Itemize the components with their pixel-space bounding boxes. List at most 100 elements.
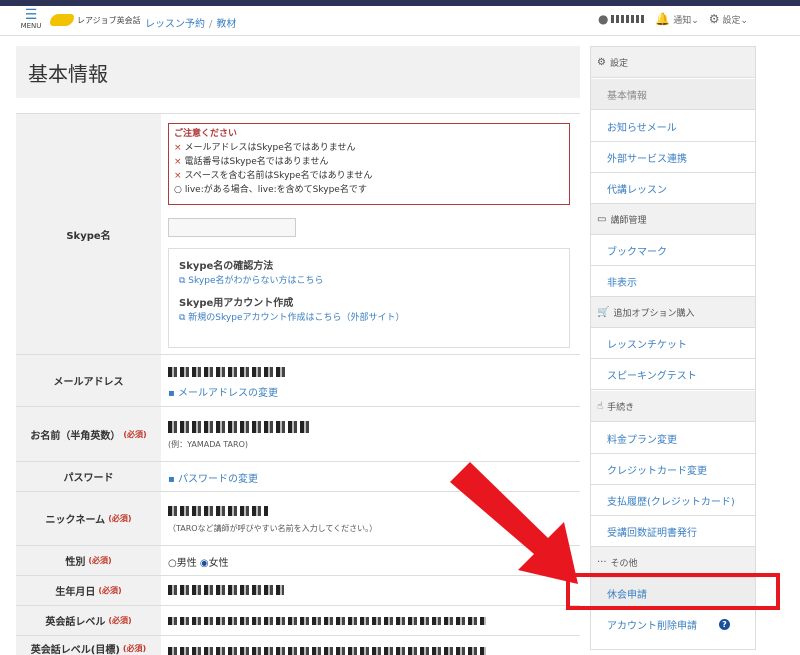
- link-text: パスワードの変更: [177, 474, 258, 485]
- level-goal-value: [168, 636, 580, 655]
- section-title: 設定: [609, 58, 628, 69]
- password-label: パスワード: [16, 462, 161, 491]
- link-text: 新規のSkypeアカウント作成はこちら（外部サイト）: [188, 313, 405, 323]
- sidebar: ⚙ 設定 基本情報 お知らせメール 外部サービス連携 代講レッスン ▭ 講師管理 ブ…: [590, 46, 756, 650]
- name-row: お名前（半角英数） (必須) (例：YAMADA TARO): [16, 407, 580, 462]
- skype-row: Skype名 ご注意ください × メールアドレスはSkype名ではありません × 電…: [16, 114, 580, 355]
- logo-text: レアジョブ英会話: [77, 15, 141, 25]
- menu-button[interactable]: ☰ MENU: [16, 8, 46, 30]
- level-select[interactable]: [168, 617, 486, 625]
- skype-help-box: Skype名の確認方法 ⧉ Skype名がわからない方はこちら Skype用アカ…: [168, 248, 570, 348]
- basic-info-form: Skype名 ご注意ください × メールアドレスはSkype名ではありません × 電…: [16, 113, 580, 655]
- required-badge: (必須): [123, 429, 147, 439]
- section-title: 講師管理: [610, 215, 647, 226]
- notice-text: 電話番号はSkype名ではありません: [184, 157, 329, 167]
- sidebar-item-substitute-lesson[interactable]: 代講レッスン: [591, 173, 755, 204]
- email-masked: [168, 367, 286, 377]
- page-title: 基本情報: [28, 62, 108, 86]
- skype-input[interactable]: [168, 218, 296, 237]
- gear-icon: ⚙: [708, 12, 720, 26]
- skype-notice: ご注意ください × メールアドレスはSkype名ではありません × 電話番号はSky…: [168, 123, 570, 205]
- level-row: 英会話レベル (必須): [16, 606, 580, 636]
- notice-item: × スペースを含む名前はSkype名ではありません: [174, 169, 564, 183]
- nickname-input[interactable]: [168, 506, 268, 516]
- notice-text: メールアドレスはSkype名ではありません: [184, 143, 356, 153]
- sidebar-item-payment-history[interactable]: 支払履歴(クレジットカード): [591, 485, 755, 516]
- edit-icon: ▪: [168, 474, 178, 485]
- nickname-label: ニックネーム (必須): [16, 492, 161, 545]
- sidebar-item-lesson-ticket[interactable]: レッスンチケット: [591, 328, 755, 359]
- sidebar-section-procedures: ☝ 手続き: [591, 391, 755, 422]
- edit-icon: ▪: [168, 388, 178, 399]
- notice-text: live:がある場合、live:を含めてSkype名です: [184, 185, 367, 195]
- sidebar-item-plan-change[interactable]: 料金プラン変更: [591, 423, 755, 454]
- sidebar-item-bookmark[interactable]: ブックマーク: [591, 235, 755, 266]
- level-goal-select[interactable]: [168, 647, 486, 655]
- sidebar-item-speaking-test[interactable]: スピーキングテスト: [591, 359, 755, 390]
- required-badge: (必須): [98, 586, 122, 595]
- label-text: ニックネーム: [45, 515, 106, 526]
- required-badge: (必須): [122, 643, 147, 653]
- cross-icon: ×: [174, 171, 182, 181]
- menu-label: MENU: [20, 22, 42, 30]
- sidebar-item-basic-info[interactable]: 基本情報: [591, 79, 755, 110]
- gender-male-radio[interactable]: ○男性: [168, 558, 197, 569]
- breadcrumb-lesson-reservation[interactable]: レッスン予約: [145, 19, 205, 30]
- sidebar-section-add-options: 🛒 追加オプション購入: [591, 297, 755, 328]
- breadcrumb-materials[interactable]: 教材: [216, 19, 236, 30]
- label-text: 性別: [65, 557, 86, 568]
- sidebar-section-settings: ⚙ 設定: [591, 47, 755, 78]
- notifications-label: 通知: [673, 16, 692, 26]
- settings-menu[interactable]: ⚙ 設定⌄: [709, 12, 748, 26]
- cross-icon: ×: [174, 143, 182, 153]
- label-text: 英会話レベル(目標): [30, 644, 120, 655]
- radio-label: 女性: [208, 558, 229, 569]
- gender-label: 性別 (必須): [16, 546, 161, 575]
- sidebar-item-label: アカウント削除申請: [607, 621, 697, 632]
- skype-value: ご注意ください × メールアドレスはSkype名ではありません × 電話番号はSky…: [168, 114, 580, 354]
- help-icon[interactable]: ?: [719, 619, 730, 630]
- radio-label: 男性: [176, 558, 197, 569]
- birthday-select[interactable]: [168, 585, 284, 595]
- sidebar-item-notification-mail[interactable]: お知らせメール: [591, 111, 755, 142]
- notice-item: × 電話番号はSkype名ではありません: [174, 155, 564, 169]
- section-title: 追加オプション購入: [613, 308, 695, 319]
- breadcrumb-separator: /: [209, 19, 213, 30]
- page-title-box: 基本情報: [16, 46, 580, 98]
- create-skype-account-link[interactable]: ⧉ 新規のSkypeアカウント作成はこちら（外部サイト）: [179, 311, 559, 325]
- sidebar-item-account-deletion[interactable]: アカウント削除申請?: [591, 609, 755, 640]
- thumbs-up-icon: ☝: [597, 400, 604, 412]
- notifications-menu[interactable]: 🔔 通知⌄: [655, 12, 698, 26]
- sidebar-item-attendance-certificate[interactable]: 受講回数証明書発行: [591, 516, 755, 547]
- name-input[interactable]: [168, 421, 312, 433]
- external-link-icon: ⧉: [179, 313, 189, 323]
- help-title: Skype名の確認方法: [179, 261, 274, 272]
- header: ☰ MENU レアジョブ英会話 レッスン予約 / 教材 ● 🔔 通知⌄ ⚙ 設定⌄: [0, 6, 800, 36]
- sidebar-item-credit-card-change[interactable]: クレジットカード変更: [591, 454, 755, 485]
- notice-item: ○ live:がある場合、live:を含めてSkype名です: [174, 183, 564, 197]
- change-email-link[interactable]: ▪ メールアドレスの変更: [168, 384, 580, 399]
- sidebar-item-hidden[interactable]: 非表示: [591, 266, 755, 297]
- name-label: お名前（半角英数） (必須): [16, 407, 161, 461]
- email-row: メールアドレス ▪ メールアドレスの変更: [16, 355, 580, 407]
- link-text: メールアドレスの変更: [177, 388, 278, 399]
- notice-text: スペースを含む名前はSkype名ではありません: [184, 171, 373, 181]
- user-menu[interactable]: ●: [598, 12, 646, 26]
- red-arrow-annotation: [450, 462, 578, 584]
- cross-icon: ×: [174, 157, 182, 167]
- hamburger-icon: ☰: [24, 7, 38, 23]
- label-text: 英会話レベル: [45, 617, 106, 628]
- external-link-icon: ⧉: [179, 276, 189, 286]
- user-icon: ●: [598, 12, 609, 26]
- sidebar-item-external-services[interactable]: 外部サービス連携: [591, 142, 755, 173]
- skype-label: Skype名: [16, 114, 161, 354]
- logo[interactable]: レアジョブ英会話: [50, 14, 141, 26]
- required-badge: (必須): [108, 514, 132, 523]
- gender-female-radio[interactable]: ◉: [200, 558, 209, 569]
- user-name-masked: [611, 15, 646, 23]
- sidebar-section-tutor-management: ▭ 講師管理: [591, 204, 755, 235]
- skype-name-help-link[interactable]: ⧉ Skype名がわからない方はこちら: [179, 274, 559, 288]
- bell-icon: 🔔: [655, 12, 671, 26]
- settings-label: 設定: [722, 16, 741, 26]
- help-title: Skype用アカウント作成: [179, 298, 294, 309]
